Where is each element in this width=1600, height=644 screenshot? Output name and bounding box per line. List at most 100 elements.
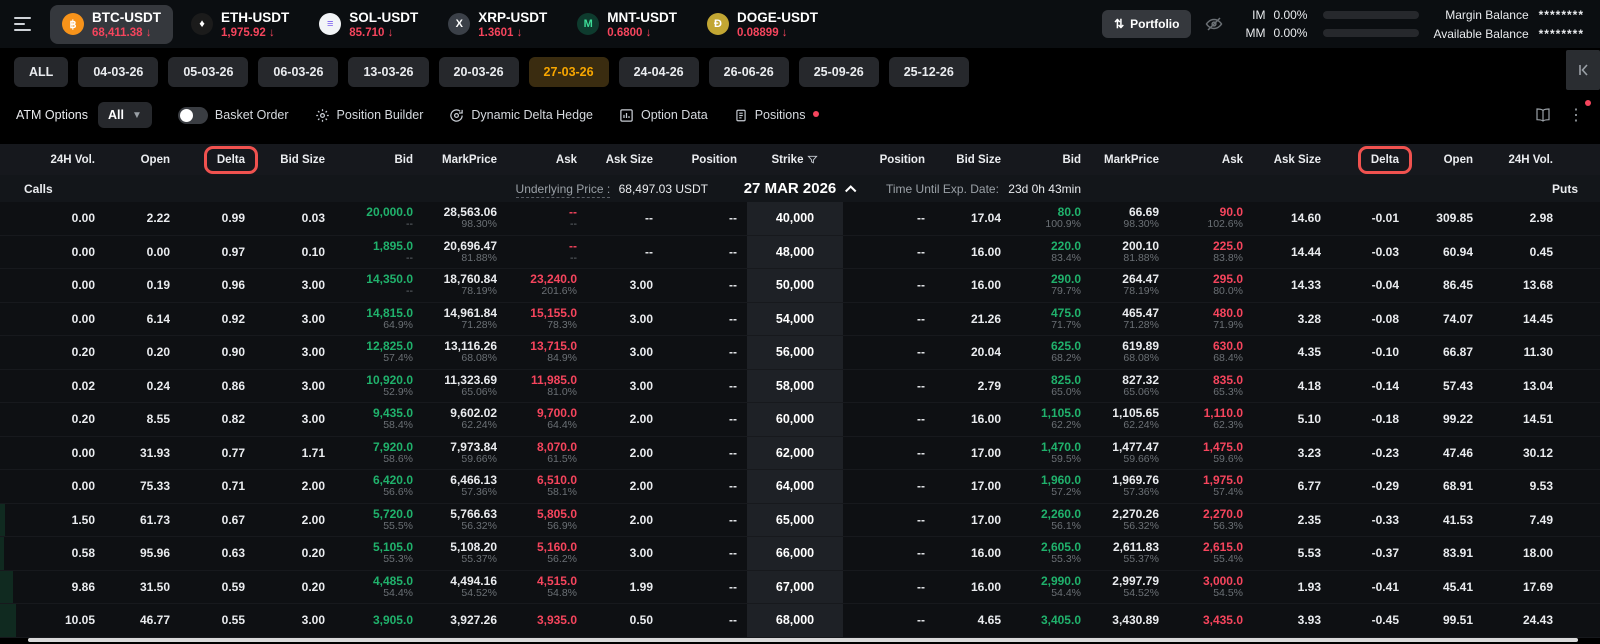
expiry-tab[interactable]: 05-03-26 bbox=[168, 57, 248, 87]
position-builder-button[interactable]: Position Builder bbox=[315, 108, 424, 123]
horizontal-scrollbar[interactable] bbox=[28, 638, 1578, 642]
collapse-panel-icon[interactable] bbox=[1566, 50, 1600, 90]
pair-tab[interactable]: ♦ ETH-USDT 1,975.92 ↓ bbox=[179, 5, 301, 44]
col-header-puts-delta[interactable]: Delta bbox=[1331, 154, 1409, 166]
puts-ask[interactable]: 90.0102.6% bbox=[1169, 206, 1253, 230]
puts-ask[interactable]: 1,110.062.3% bbox=[1169, 407, 1253, 431]
col-header-strike[interactable]: Strike bbox=[747, 154, 843, 166]
puts-bid[interactable]: 1,960.057.2% bbox=[1011, 474, 1091, 498]
expiry-tab[interactable]: 13-03-26 bbox=[348, 57, 428, 87]
strike-value[interactable]: 48,000 bbox=[747, 236, 843, 269]
option-chain-row[interactable]: 0.00 0.19 0.96 3.00 14,350.0-- 18,760.84… bbox=[0, 269, 1600, 303]
strike-value[interactable]: 64,000 bbox=[747, 470, 843, 503]
calls-ask[interactable]: 5,160.056.2% bbox=[507, 541, 587, 565]
puts-bid[interactable]: 825.065.0% bbox=[1011, 374, 1091, 398]
calls-ask[interactable]: 3,935.0 bbox=[507, 614, 587, 627]
eye-off-icon[interactable] bbox=[1205, 15, 1223, 33]
calls-bid[interactable]: 5,105.055.3% bbox=[335, 541, 423, 565]
puts-bid[interactable]: 220.083.4% bbox=[1011, 240, 1091, 264]
col-header-puts-position[interactable]: Position bbox=[843, 154, 935, 166]
puts-bid[interactable]: 2,605.055.3% bbox=[1011, 541, 1091, 565]
option-chain-row[interactable]: 0.20 0.20 0.90 3.00 12,825.057.4% 13,116… bbox=[0, 336, 1600, 370]
option-chain-row[interactable]: 0.00 31.93 0.77 1.71 7,920.058.6% 7,973.… bbox=[0, 437, 1600, 471]
puts-bid[interactable]: 1,105.062.2% bbox=[1011, 407, 1091, 431]
strike-value[interactable]: 65,000 bbox=[747, 504, 843, 537]
calls-ask[interactable]: ---- bbox=[507, 240, 587, 264]
puts-ask[interactable]: 630.068.4% bbox=[1169, 340, 1253, 364]
orderbook-icon[interactable] bbox=[1534, 107, 1552, 123]
filter-icon[interactable] bbox=[807, 154, 818, 165]
calls-bid[interactable]: 14,350.0-- bbox=[335, 273, 423, 297]
atm-options-dropdown[interactable]: All▼ bbox=[98, 102, 152, 128]
puts-bid[interactable]: 475.071.7% bbox=[1011, 307, 1091, 331]
pair-tab[interactable]: Ð DOGE-USDT 0.08899 ↓ bbox=[695, 5, 830, 44]
col-header-puts-vol[interactable]: 24H Vol. bbox=[1483, 154, 1563, 166]
menu-icon[interactable] bbox=[14, 17, 34, 31]
calls-bid[interactable]: 12,825.057.4% bbox=[335, 340, 423, 364]
puts-ask[interactable]: 295.080.0% bbox=[1169, 273, 1253, 297]
puts-bid[interactable]: 2,260.056.1% bbox=[1011, 508, 1091, 532]
option-chain-row[interactable]: 0.00 75.33 0.71 2.00 6,420.056.6% 6,466.… bbox=[0, 470, 1600, 504]
calls-bid[interactable]: 10,920.052.9% bbox=[335, 374, 423, 398]
col-header-calls-bid-size[interactable]: Bid Size bbox=[255, 154, 335, 166]
puts-ask[interactable]: 2,615.055.4% bbox=[1169, 541, 1253, 565]
option-chain-row[interactable]: 1.50 61.73 0.67 2.00 5,720.055.5% 5,766.… bbox=[0, 504, 1600, 538]
pair-tab[interactable]: M MNT-USDT 0.6800 ↓ bbox=[565, 5, 689, 44]
puts-ask[interactable]: 480.071.9% bbox=[1169, 307, 1253, 331]
expiry-tab[interactable]: 25-12-26 bbox=[889, 57, 969, 87]
strike-value[interactable]: 62,000 bbox=[747, 437, 843, 470]
col-header-calls-open[interactable]: Open bbox=[105, 154, 180, 166]
pair-tab[interactable]: X XRP-USDT 1.3601 ↓ bbox=[436, 5, 559, 44]
calls-bid[interactable]: 4,485.054.4% bbox=[335, 575, 423, 599]
calls-ask[interactable]: 23,240.0201.6% bbox=[507, 273, 587, 297]
puts-ask[interactable]: 225.083.8% bbox=[1169, 240, 1253, 264]
col-header-puts-ask[interactable]: Ask bbox=[1169, 154, 1253, 166]
pair-tab[interactable]: ≡ SOL-USDT 85.710 ↓ bbox=[307, 5, 430, 44]
col-header-calls-ask[interactable]: Ask bbox=[507, 154, 587, 166]
puts-ask[interactable]: 3,435.0 bbox=[1169, 614, 1253, 627]
col-header-calls-position[interactable]: Position bbox=[663, 154, 747, 166]
expiry-date-selector[interactable]: 27 MAR 2026 bbox=[744, 180, 857, 197]
puts-bid[interactable]: 3,405.0 bbox=[1011, 614, 1091, 627]
option-chain-row[interactable]: 0.00 0.00 0.97 0.10 1,895.0-- 20,696.478… bbox=[0, 236, 1600, 270]
option-chain-row[interactable]: 0.02 0.24 0.86 3.00 10,920.052.9% 11,323… bbox=[0, 370, 1600, 404]
strike-value[interactable]: 56,000 bbox=[747, 336, 843, 369]
puts-ask[interactable]: 1,975.057.4% bbox=[1169, 474, 1253, 498]
puts-ask[interactable]: 835.065.3% bbox=[1169, 374, 1253, 398]
expiry-tab[interactable]: 04-03-26 bbox=[78, 57, 158, 87]
expiry-tab[interactable]: 20-03-26 bbox=[439, 57, 519, 87]
calls-bid[interactable]: 7,920.058.6% bbox=[335, 441, 423, 465]
col-header-puts-ask-size[interactable]: Ask Size bbox=[1253, 154, 1331, 166]
strike-value[interactable]: 66,000 bbox=[747, 537, 843, 570]
expiry-tab[interactable]: 25-09-26 bbox=[799, 57, 879, 87]
pair-tab[interactable]: ฿ BTC-USDT 68,411.38 ↓ bbox=[50, 5, 173, 44]
expiry-tab[interactable]: 26-06-26 bbox=[709, 57, 789, 87]
strike-value[interactable]: 40,000 bbox=[747, 202, 843, 235]
strike-value[interactable]: 50,000 bbox=[747, 269, 843, 302]
strike-value[interactable]: 58,000 bbox=[747, 370, 843, 403]
col-header-calls-ask-size[interactable]: Ask Size bbox=[587, 154, 663, 166]
calls-ask[interactable]: 11,985.081.0% bbox=[507, 374, 587, 398]
col-header-puts-mark[interactable]: MarkPrice bbox=[1091, 154, 1169, 166]
portfolio-button[interactable]: ⇅ Portfolio bbox=[1102, 10, 1191, 38]
calls-ask[interactable]: 6,510.058.1% bbox=[507, 474, 587, 498]
dynamic-delta-hedge-button[interactable]: Dynamic Delta Hedge bbox=[449, 108, 593, 123]
strike-value[interactable]: 54,000 bbox=[747, 303, 843, 336]
puts-bid[interactable]: 625.068.2% bbox=[1011, 340, 1091, 364]
puts-ask[interactable]: 1,475.059.6% bbox=[1169, 441, 1253, 465]
calls-bid[interactable]: 6,420.056.6% bbox=[335, 474, 423, 498]
expiry-tab[interactable]: 24-04-26 bbox=[619, 57, 699, 87]
strike-value[interactable]: 68,000 bbox=[747, 604, 843, 637]
expiry-tab[interactable]: 27-03-26 bbox=[529, 57, 609, 87]
col-header-calls-vol[interactable]: 24H Vol. bbox=[0, 154, 105, 166]
option-chain-row[interactable]: 10.05 46.77 0.55 3.00 3,905.0 3,927.26 3… bbox=[0, 604, 1600, 638]
calls-ask[interactable]: 15,155.078.3% bbox=[507, 307, 587, 331]
calls-bid[interactable]: 1,895.0-- bbox=[335, 240, 423, 264]
puts-bid[interactable]: 290.079.7% bbox=[1011, 273, 1091, 297]
calls-ask[interactable]: 13,715.084.9% bbox=[507, 340, 587, 364]
col-header-calls-bid[interactable]: Bid bbox=[335, 154, 423, 166]
calls-bid[interactable]: 20,000.0-- bbox=[335, 206, 423, 230]
calls-bid[interactable]: 14,815.064.9% bbox=[335, 307, 423, 331]
calls-ask[interactable]: 5,805.056.9% bbox=[507, 508, 587, 532]
calls-bid[interactable]: 5,720.055.5% bbox=[335, 508, 423, 532]
